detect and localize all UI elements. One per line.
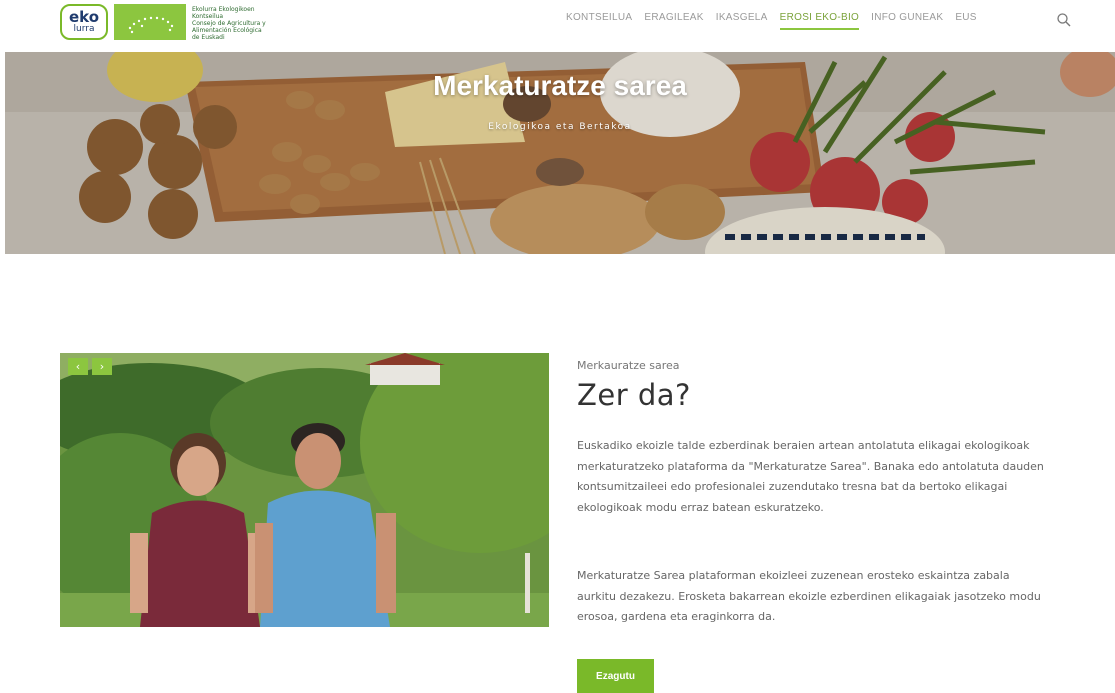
nav-item-kontseilua[interactable]: KONTSEILUA (566, 12, 632, 30)
logo-word-eko: eko (68, 8, 100, 26)
site-header: eko lurra Ekolurra Ekologikoen Kontseilu… (0, 0, 1115, 52)
council-line: Alimentación Ecológica (192, 27, 262, 34)
slider-next-button[interactable]: › (92, 358, 112, 375)
council-line: Ekolurra Ekologikoen (192, 6, 255, 13)
logo-word-lurra: lurra (73, 24, 95, 34)
ekolurra-logo[interactable]: eko lurra (60, 4, 108, 40)
slider-prev-button[interactable]: ‹ (68, 358, 88, 375)
main-nav: KONTSEILUA ERAGILEAK IKASGELA EROSI EKO-… (566, 12, 989, 30)
hero-title: Merkaturatze sarea (433, 70, 687, 101)
farmers-photo (60, 353, 549, 627)
image-slider[interactable]: ‹ › (60, 353, 549, 627)
search-icon[interactable] (1056, 12, 1072, 28)
eu-leaf-icon (128, 16, 174, 34)
nav-item-ikasgela[interactable]: IKASGELA (716, 12, 768, 30)
eu-organic-leaf-logo (114, 4, 186, 40)
council-line: Kontseilua (192, 13, 224, 20)
chevron-right-icon: › (99, 360, 105, 373)
section-paragraph-1: Euskadiko ekoizle talde ezberdinak berai… (577, 439, 1044, 514)
section-kicker: Merkauratze sarea (577, 359, 680, 372)
section-paragraph-2: Merkaturatze Sarea plataforman ekoizleei… (577, 569, 1041, 623)
nav-item-eragileak[interactable]: ERAGILEAK (644, 12, 703, 30)
hero-banner: Merkaturatze sarea Ekologikoa eta Bertak… (5, 52, 1115, 254)
hero-subtitle: Ekologikoa eta Bertakoa (488, 122, 632, 132)
language-selector[interactable]: EUS (955, 12, 976, 30)
council-line: de Euskadi (192, 34, 225, 41)
chevron-left-icon: ‹ (75, 360, 81, 373)
council-name: Ekolurra Ekologikoen Kontseilua Consejo … (192, 6, 292, 41)
nav-item-erosi-eko-bio[interactable]: EROSI EKO-BIO (779, 12, 860, 30)
section-title: Zer da? (577, 378, 691, 412)
council-line: Consejo de Agricultura y (192, 20, 266, 27)
nav-item-info-guneak[interactable]: INFO GUNEAK (871, 12, 943, 30)
ezagutu-button[interactable]: Ezagutu (577, 659, 654, 693)
